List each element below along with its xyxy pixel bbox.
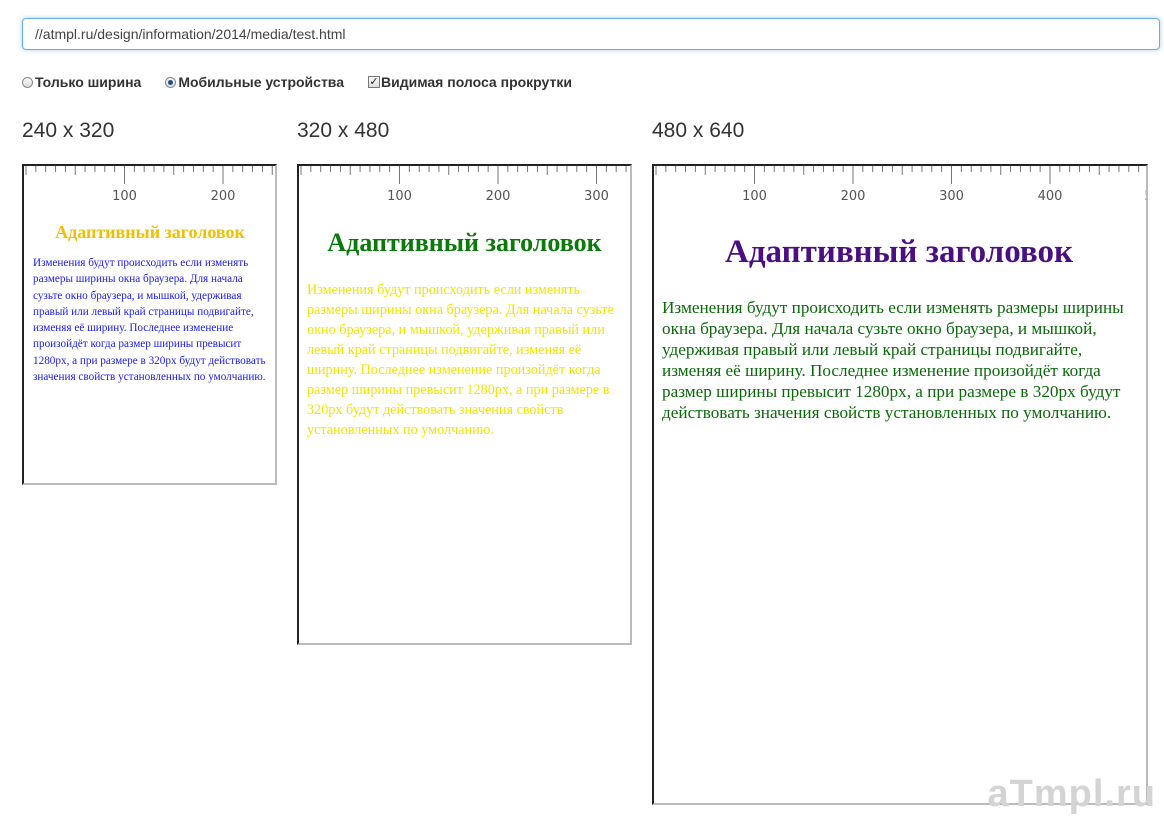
adaptive-heading: Адаптивный заголовок [55,222,245,242]
ruler-tick-label: 400 [1038,189,1063,204]
ruler: 100 200 300 400 5 [655,166,1146,204]
viewport-frame-480[interactable]: 100 200 300 400 5 Адаптивный заголовок Измен… [652,164,1148,805]
page: Только ширина Мобильные устройства ✓ Вид… [0,0,1164,820]
viewport-frame-320[interactable]: 100 200 300 Адаптивный заголовок Изменения… [297,164,632,645]
ruler: 100 200 300 [300,166,627,204]
visible-scrollbar-checkbox[interactable]: ✓ [368,76,381,88]
watermark-logo: aTmpl.ru [987,773,1156,815]
frame-content: Адаптивный заголовок Изменения будут про… [654,234,1146,423]
ruler-tick-label: 300 [584,189,609,204]
viewport-label-320: 320 x 480 [297,119,390,142]
ruler-tick-label: 200 [486,189,511,204]
mobile-devices-radio[interactable] [165,76,177,88]
frame-content: Адаптивный заголовок Изменения будут про… [24,222,275,385]
option-label: Мобильные устройства [178,74,345,90]
adaptive-heading: Адаптивный заголовок [725,234,1073,270]
option-mobile-devices[interactable]: Мобильные устройства [165,74,344,90]
adaptive-text: Изменения будут происходить если изменят… [662,298,1124,422]
option-width-only[interactable]: Только ширина [22,74,141,90]
ruler-tick-label: 100 [387,189,412,204]
adaptive-text: Изменения будут происходить если изменят… [33,257,266,384]
width-only-radio[interactable] [22,76,33,88]
ruler-tick-label: 100 [742,189,767,204]
ruler-tick-label: 200 [841,189,866,204]
adaptive-text: Изменения будут происходить если изменят… [307,282,614,438]
ruler-tick-label: 5 [1144,189,1146,204]
view-options: Только ширина Мобильные устройства ✓ Вид… [22,74,572,90]
option-label: Только ширина [35,74,142,90]
url-input[interactable] [22,18,1160,50]
option-visible-scrollbar[interactable]: ✓ Видимая полоса прокрутки [368,74,572,90]
ruler-tick-label: 100 [112,189,137,204]
viewport-frame-240[interactable]: 100 200 Адаптивный заголовок Изменения бу… [22,164,277,485]
frame-content: Адаптивный заголовок Изменения будут про… [299,228,630,440]
ruler-tick-label: 200 [211,189,236,204]
viewport-label-480: 480 x 640 [652,119,745,142]
ruler: 100 200 [25,166,273,204]
ruler-tick-label: 300 [939,189,964,204]
viewport-label-240: 240 x 320 [22,119,115,142]
option-label: Видимая полоса прокрутки [381,74,572,90]
adaptive-heading: Адаптивный заголовок [327,228,602,257]
